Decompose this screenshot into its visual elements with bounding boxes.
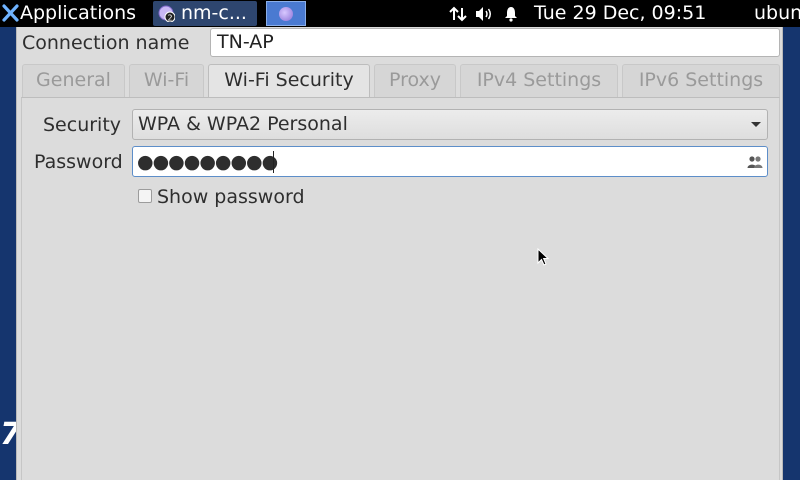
password-storage-user-icon[interactable] [747,154,763,173]
user-menu[interactable]: ubuntu [754,1,800,25]
tab-ipv6-settings[interactable]: IPv6 Settings [622,64,780,97]
volume-icon[interactable] [475,5,493,27]
desktop-background [783,27,800,480]
app-icon [279,7,293,21]
tab-wifi-security[interactable]: Wi-Fi Security [208,64,370,98]
notification-bell-icon[interactable] [503,5,519,27]
task-badge: 2 [167,14,172,23]
security-dropdown-value: WPA & WPA2 Personal [138,113,348,135]
mouse-pointer-icon [537,247,550,270]
chevron-down-icon [751,122,761,127]
text-caret [273,151,274,173]
security-label: Security [43,114,122,136]
show-password-checkbox[interactable] [138,189,152,203]
clock[interactable]: Tue 29 Dec, 09:51 [534,1,706,25]
taskbar-item-label: nm-c... [181,2,247,24]
security-dropdown[interactable]: WPA & WPA2 Personal [132,109,768,140]
xfce-logo-icon[interactable] [2,4,19,22]
applications-menu-button[interactable]: Applications [20,1,136,25]
network-arrows-icon[interactable] [449,5,467,27]
taskbar-item-nm-connection-editor[interactable]: 2 nm-c... [153,1,257,26]
connection-name-input[interactable]: TN-AP [210,28,780,57]
tab-wifi[interactable]: Wi-Fi [129,64,204,97]
taskbar-item-secondary[interactable] [266,1,306,26]
password-mask: ●●●●●●●●● [137,151,278,173]
tab-proxy[interactable]: Proxy [374,64,456,97]
top-panel: Applications 2 nm-c... Tue 29 Dec, 09:51… [0,0,800,27]
tab-general[interactable]: General [22,64,125,97]
connection-name-label: Connection name [22,32,190,54]
connection-editor-dialog: Connection name TN-AP General Wi-Fi Wi-F… [16,27,783,480]
tab-bar: General Wi-Fi Wi-Fi Security Proxy IPv4 … [21,64,784,98]
show-password-label[interactable]: Show password [157,184,305,210]
password-input[interactable]: ●●●●●●●●● [132,146,768,177]
tab-ipv4-settings[interactable]: IPv4 Settings [460,64,618,97]
network-app-icon: 2 [158,5,176,23]
password-label: Password [34,151,123,173]
